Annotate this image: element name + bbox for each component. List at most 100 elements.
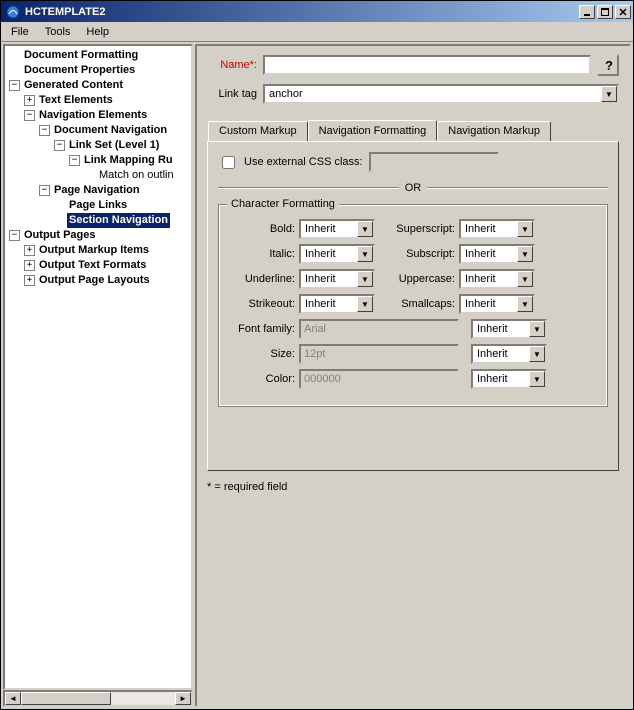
tree-item-label: Document Navigation bbox=[52, 123, 169, 138]
collapse-icon[interactable]: − bbox=[39, 125, 50, 136]
tree-item-label: Document Properties bbox=[22, 63, 137, 78]
collapse-icon[interactable]: − bbox=[69, 155, 80, 166]
size-select[interactable]: Inherit▼ bbox=[471, 344, 547, 364]
use-external-css-label: Use external CSS class: bbox=[244, 156, 363, 168]
tree-item[interactable]: −Navigation Elements bbox=[5, 108, 191, 123]
scroll-left-button[interactable]: ◄ bbox=[5, 692, 21, 705]
fontfamily-select[interactable]: Inherit▼ bbox=[471, 319, 547, 339]
tab-strip: Custom Markup Navigation Formatting Navi… bbox=[208, 120, 619, 141]
tree-item-label: Page Links bbox=[67, 198, 129, 213]
chevron-down-icon: ▼ bbox=[517, 246, 533, 262]
uppercase-select[interactable]: Inherit▼ bbox=[459, 269, 535, 289]
color-select[interactable]: Inherit▼ bbox=[471, 369, 547, 389]
expand-icon[interactable]: + bbox=[24, 275, 35, 286]
size-input[interactable] bbox=[299, 344, 459, 364]
close-button[interactable] bbox=[615, 5, 631, 19]
menu-help[interactable]: Help bbox=[78, 24, 117, 40]
expand-icon[interactable]: + bbox=[24, 245, 35, 256]
tree-item-label: Link Mapping Ru bbox=[82, 153, 175, 168]
navigation-tree[interactable]: Document FormattingDocument Properties−G… bbox=[3, 44, 193, 690]
divider-line bbox=[218, 187, 399, 189]
menubar: File Tools Help bbox=[1, 22, 633, 42]
tab-navigation-formatting[interactable]: Navigation Formatting bbox=[308, 120, 438, 141]
chevron-down-icon: ▼ bbox=[517, 296, 533, 312]
tree-item-label: Output Text Formats bbox=[37, 258, 148, 273]
group-legend: Character Formatting bbox=[227, 198, 339, 210]
tree-item-label: Navigation Elements bbox=[37, 108, 149, 123]
help-button[interactable]: ? bbox=[597, 54, 619, 76]
tree-item[interactable]: Match on outlin bbox=[5, 168, 191, 183]
tree-item[interactable]: Page Links bbox=[5, 198, 191, 213]
scroll-track[interactable] bbox=[111, 692, 175, 705]
strikeout-label: Strikeout: bbox=[229, 298, 295, 310]
name-input[interactable] bbox=[263, 55, 591, 75]
expand-icon[interactable]: + bbox=[24, 260, 35, 271]
tree-item[interactable]: +Output Markup Items bbox=[5, 243, 191, 258]
tree-item[interactable]: −Document Navigation bbox=[5, 123, 191, 138]
app-window: HCTEMPLATE2 File Tools Help Document For… bbox=[0, 0, 634, 710]
menu-tools[interactable]: Tools bbox=[37, 24, 79, 40]
tree-item-label: Document Formatting bbox=[22, 48, 140, 63]
smallcaps-label: Smallcaps: bbox=[385, 298, 455, 310]
tab-content: Use external CSS class: OR Character For… bbox=[207, 141, 619, 471]
smallcaps-select[interactable]: Inherit▼ bbox=[459, 294, 535, 314]
chevron-down-icon: ▼ bbox=[517, 221, 533, 237]
scroll-thumb[interactable] bbox=[21, 692, 111, 705]
tree-item[interactable]: +Output Text Formats bbox=[5, 258, 191, 273]
app-icon bbox=[5, 4, 21, 20]
character-formatting-group: Character Formatting Bold: Inherit▼ Supe… bbox=[218, 204, 608, 407]
use-external-css-checkbox[interactable] bbox=[222, 156, 235, 169]
tab-navigation-markup[interactable]: Navigation Markup bbox=[437, 121, 551, 142]
linktag-select[interactable]: anchor ▼ bbox=[263, 84, 619, 104]
subscript-select[interactable]: Inherit▼ bbox=[459, 244, 535, 264]
bold-select[interactable]: Inherit▼ bbox=[299, 219, 375, 239]
properties-panel: Name*: ? Link tag anchor ▼ Custom Markup… bbox=[195, 44, 631, 707]
external-css-input[interactable] bbox=[369, 152, 499, 172]
tree-item[interactable]: −Generated Content bbox=[5, 78, 191, 93]
tree-item[interactable]: −Page Navigation bbox=[5, 183, 191, 198]
tree-item[interactable]: +Output Page Layouts bbox=[5, 273, 191, 288]
chevron-down-icon: ▼ bbox=[517, 271, 533, 287]
tree-item-label: Output Pages bbox=[22, 228, 98, 243]
horizontal-scrollbar[interactable]: ◄ ► bbox=[3, 690, 193, 707]
minimize-button[interactable] bbox=[579, 5, 595, 19]
fontfamily-input[interactable] bbox=[299, 319, 459, 339]
collapse-icon[interactable]: − bbox=[9, 230, 20, 241]
chevron-down-icon: ▼ bbox=[357, 296, 373, 312]
tab-custom-markup[interactable]: Custom Markup bbox=[208, 121, 308, 142]
tree-item[interactable]: +Text Elements bbox=[5, 93, 191, 108]
color-input[interactable] bbox=[299, 369, 459, 389]
divider-line bbox=[427, 187, 608, 189]
tree-item-label: Match on outlin bbox=[97, 168, 176, 183]
underline-label: Underline: bbox=[229, 273, 295, 285]
maximize-button[interactable] bbox=[597, 5, 613, 19]
scroll-right-button[interactable]: ► bbox=[175, 692, 191, 705]
tree-item[interactable]: Document Properties bbox=[5, 63, 191, 78]
tree-item[interactable]: Document Formatting bbox=[5, 48, 191, 63]
strikeout-select[interactable]: Inherit▼ bbox=[299, 294, 375, 314]
collapse-icon[interactable]: − bbox=[24, 110, 35, 121]
expand-icon[interactable]: + bbox=[24, 95, 35, 106]
collapse-icon[interactable]: − bbox=[9, 80, 20, 91]
collapse-icon[interactable]: − bbox=[54, 140, 65, 151]
titlebar: HCTEMPLATE2 bbox=[1, 1, 633, 22]
required-footnote: * = required field bbox=[207, 481, 619, 493]
chevron-down-icon: ▼ bbox=[601, 86, 617, 102]
tree-item[interactable]: −Link Mapping Ru bbox=[5, 153, 191, 168]
underline-select[interactable]: Inherit▼ bbox=[299, 269, 375, 289]
menu-file[interactable]: File bbox=[3, 24, 37, 40]
color-label: Color: bbox=[229, 373, 295, 385]
tree-item[interactable]: −Link Set (Level 1) bbox=[5, 138, 191, 153]
italic-select[interactable]: Inherit▼ bbox=[299, 244, 375, 264]
superscript-select[interactable]: Inherit▼ bbox=[459, 219, 535, 239]
tree-item[interactable]: −Output Pages bbox=[5, 228, 191, 243]
tree-item-label: Link Set (Level 1) bbox=[67, 138, 161, 153]
tree-item[interactable]: Section Navigation bbox=[5, 213, 191, 228]
italic-label: Italic: bbox=[229, 248, 295, 260]
collapse-icon[interactable]: − bbox=[39, 185, 50, 196]
tree-item-label: Text Elements bbox=[37, 93, 115, 108]
tree-item-label: Output Page Layouts bbox=[37, 273, 152, 288]
bold-label: Bold: bbox=[229, 223, 295, 235]
uppercase-label: Uppercase: bbox=[385, 273, 455, 285]
size-label: Size: bbox=[229, 348, 295, 360]
